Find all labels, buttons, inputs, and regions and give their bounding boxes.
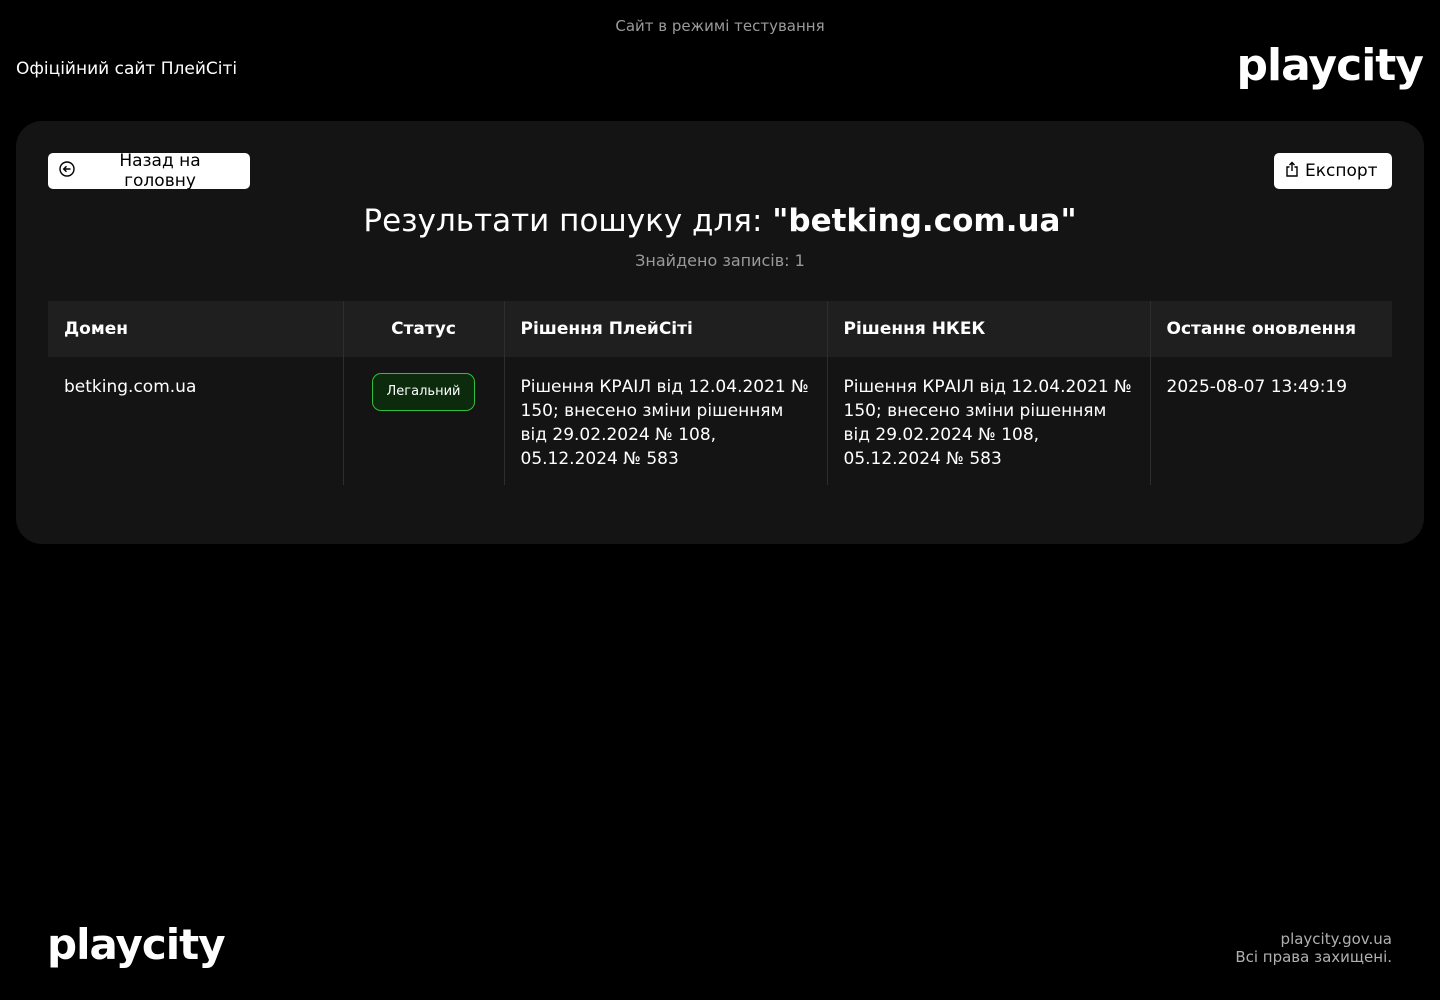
footer-info: playcity.gov.ua Всі права захищені. bbox=[1235, 930, 1392, 966]
results-table: Домен Статус Рішення ПлейСіті Рішення НК… bbox=[48, 301, 1392, 485]
page-title: Результати пошуку для: "betking.com.ua" bbox=[16, 203, 1424, 239]
test-mode-banner: Сайт в режимі тестування bbox=[615, 17, 825, 35]
column-header-domain: Домен bbox=[64, 319, 128, 339]
search-query: "betking.com.ua" bbox=[772, 203, 1077, 239]
column-header-nkek-decision: Рішення НКЕК bbox=[826, 301, 1150, 357]
export-button-label: Експорт bbox=[1305, 161, 1378, 181]
export-button[interactable]: Експорт bbox=[1274, 153, 1392, 189]
cell-nkek-decision: Рішення КРАІЛ від 12.04.2021 № 150; внес… bbox=[826, 357, 1150, 485]
records-count: Знайдено записів: 1 bbox=[635, 251, 805, 270]
status-badge: Легальний bbox=[371, 373, 476, 411]
back-button-label: Назад на головну bbox=[119, 151, 201, 191]
site-label: Офіційний сайт ПлейСіті bbox=[16, 59, 238, 79]
back-to-home-button[interactable]: Назад на головну bbox=[48, 151, 250, 191]
arrow-left-circle-icon bbox=[59, 160, 75, 182]
footer-rights: Всі права захищені. bbox=[1235, 948, 1392, 966]
footer-logo[interactable]: playcity bbox=[47, 924, 226, 966]
cell-playcity-decision: Рішення КРАІЛ від 12.04.2021 № 150; внес… bbox=[503, 357, 827, 485]
title-prefix: Результати пошуку для: bbox=[363, 203, 773, 239]
results-panel: Назад на головну Експорт Результати пошу… bbox=[16, 121, 1424, 544]
column-header-last-update: Останнє оновлення bbox=[1149, 301, 1392, 357]
page: Сайт в режимі тестування Офіційний сайт … bbox=[0, 0, 1440, 1000]
column-header-playcity-decision: Рішення ПлейСіті bbox=[503, 301, 827, 357]
cell-last-update: 2025-08-07 13:49:19 bbox=[1149, 357, 1392, 485]
footer-site-url[interactable]: playcity.gov.ua bbox=[1235, 930, 1392, 948]
table-header-row: Домен Статус Рішення ПлейСіті Рішення НК… bbox=[48, 301, 1392, 357]
table-row: betking.com.ua Легальний Рішення КРАІЛ в… bbox=[48, 357, 1392, 485]
share-export-icon bbox=[1285, 161, 1299, 182]
cell-status: Легальний bbox=[342, 357, 504, 485]
column-header-status: Статус bbox=[342, 301, 504, 357]
header-logo[interactable]: playcity bbox=[1237, 44, 1424, 88]
cell-domain: betking.com.ua bbox=[64, 377, 197, 397]
